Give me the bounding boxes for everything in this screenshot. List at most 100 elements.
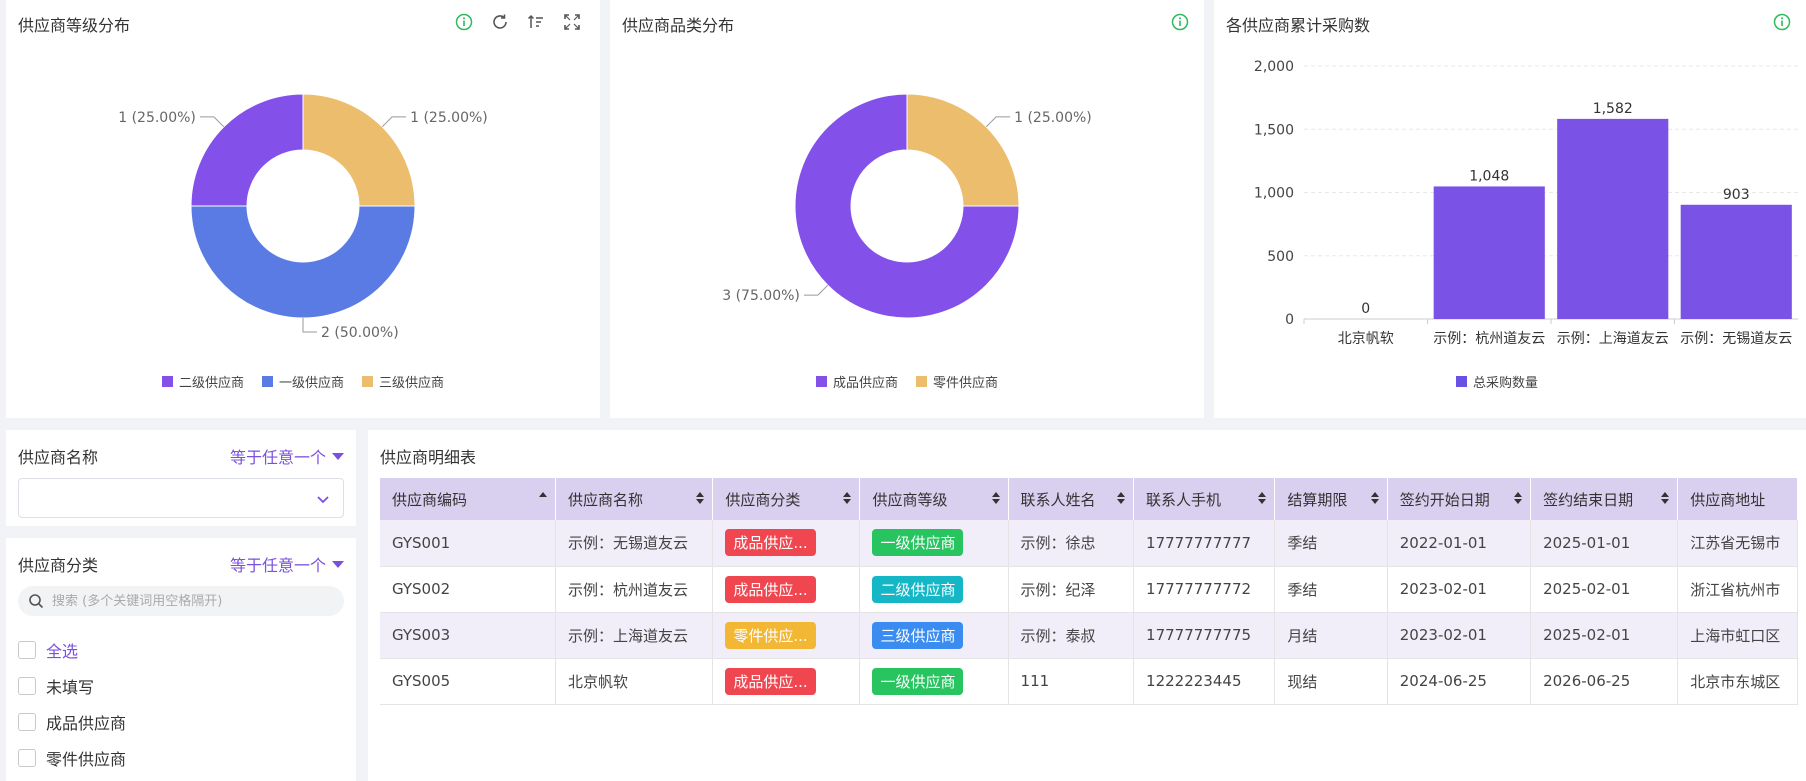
category-search-input[interactable]	[52, 593, 332, 609]
table-cell: 示例：上海道友云	[555, 612, 714, 659]
column-header-label: 供应商分类	[725, 490, 801, 509]
option-parts[interactable]: 零件供应商	[18, 746, 126, 770]
table-cell: GYS001	[380, 520, 557, 567]
legend-item[interactable]: 零件供应商	[916, 372, 998, 391]
sort-icon[interactable]	[1661, 492, 1670, 504]
table-cell: 111	[1008, 658, 1135, 705]
legend-label: 一级供应商	[278, 376, 344, 391]
sort-icon[interactable]	[1514, 492, 1523, 504]
table-cell: GYS002	[380, 566, 557, 613]
option-unfilled[interactable]: 未填写	[18, 674, 94, 698]
table-cell: 示例：徐忠	[1008, 520, 1135, 567]
detail-table-scroll[interactable]: 供应商编码 供应商名称 供应商分类 供应商等级 联系人姓名 联系人手机 结算期限 签约开始日期…	[380, 478, 1798, 781]
operator-label: 等于任意一个	[229, 448, 326, 467]
table-cell: 2025-02-01	[1530, 566, 1679, 613]
x-tick-label: 示例：杭州道友云	[1433, 331, 1545, 347]
table-cell: 成品供应...	[712, 566, 861, 613]
category-chart-card: 供应商品类分布 1 (25.00%) 3 (75.00%) 成品供应商 零件供应商	[610, 0, 1204, 418]
slice-label: 1 (25.00%)	[118, 110, 196, 126]
legend-item[interactable]: 总采购数量	[1456, 372, 1538, 391]
legend-swatch	[261, 376, 273, 387]
checkbox[interactable]	[18, 749, 36, 767]
option-select-all[interactable]: 全选	[18, 638, 78, 662]
sort-icon[interactable]	[696, 492, 705, 504]
legend-item[interactable]: 成品供应商	[815, 372, 898, 391]
table-row[interactable]: GYS001 示例：无锡道友云 成品供应... 一级供应商 示例：徐忠 177777777…	[380, 520, 1798, 567]
column-header-label: 联系人手机	[1146, 490, 1222, 509]
pie-slice[interactable]	[190, 205, 416, 319]
sort-icon[interactable]	[991, 492, 1000, 504]
column-header[interactable]: 供应商地址	[1677, 478, 1798, 520]
sort-asc-icon[interactable]	[539, 492, 548, 497]
column-header[interactable]: 签约结束日期	[1530, 478, 1679, 520]
option-label: 未填写	[46, 678, 95, 697]
legend-item[interactable]: 二级供应商	[161, 372, 244, 391]
legend-swatch	[362, 376, 373, 387]
column-header[interactable]: 签约开始日期	[1387, 478, 1532, 520]
column-header[interactable]: 供应商分类	[712, 478, 861, 520]
column-header[interactable]: 结算期限	[1274, 478, 1388, 520]
pie-slice[interactable]	[906, 93, 1020, 207]
category-badge: 成品供应...	[725, 529, 816, 557]
sort-icon[interactable]	[1258, 492, 1267, 504]
detail-table-title: 供应商明细表	[380, 448, 477, 467]
table-cell: 2025-01-01	[1530, 520, 1679, 567]
category-search	[18, 586, 344, 616]
checkbox[interactable]	[18, 713, 36, 731]
x-tick-label: 北京帆软	[1338, 331, 1394, 347]
table-cell: 17777777777	[1133, 520, 1276, 567]
table-cell: 成品供应...	[712, 658, 861, 705]
bar-value-label: 903	[1723, 187, 1750, 203]
column-header-label: 联系人姓名	[1020, 490, 1096, 509]
checkbox[interactable]	[18, 641, 36, 659]
table-cell: 浙江省杭州市	[1677, 566, 1798, 613]
supplier-name-select[interactable]	[18, 478, 344, 518]
y-tick-label: 500	[1267, 249, 1294, 265]
column-header[interactable]: 供应商等级	[859, 478, 1009, 520]
column-header[interactable]: 联系人手机	[1133, 478, 1276, 520]
legend-label: 总采购数量	[1473, 376, 1539, 391]
pie-slice[interactable]	[302, 93, 416, 207]
chevron-down-icon	[317, 496, 329, 504]
table-cell: 上海市虹口区	[1677, 612, 1798, 659]
label-leader-line	[199, 116, 225, 128]
grade-badge: 一级供应商	[872, 667, 964, 695]
option-finished-goods[interactable]: 成品供应商	[18, 710, 126, 734]
filter-name-operator[interactable]: 等于任意一个	[230, 444, 344, 468]
sort-icon[interactable]	[843, 492, 852, 504]
table-cell: 2025-02-01	[1530, 612, 1679, 659]
category-legend: 成品供应商 零件供应商	[610, 372, 1204, 391]
slice-label: 1 (25.00%)	[1014, 110, 1092, 126]
column-header[interactable]: 供应商编码	[380, 478, 557, 520]
table-cell: GYS005	[380, 658, 557, 705]
label-leader-line	[381, 116, 407, 128]
table-row[interactable]: GYS003 示例：上海道友云 零件供应... 三级供应商 示例：泰叔 177777777…	[380, 612, 1798, 659]
slice-label: 2 (50.00%)	[321, 325, 399, 341]
option-label: 零件供应商	[46, 750, 127, 769]
y-tick-label: 1,000	[1254, 186, 1294, 202]
grade-badge: 二级供应商	[872, 575, 964, 603]
table-cell: 三级供应商	[859, 612, 1009, 659]
checkbox[interactable]	[18, 677, 36, 695]
table-row[interactable]: GYS005 北京帆软 成品供应... 一级供应商 111 1222223445 现结 202…	[380, 658, 1798, 705]
table-cell: 2023-02-01	[1387, 612, 1532, 659]
column-header[interactable]: 供应商名称	[555, 478, 714, 520]
bar[interactable]	[1680, 204, 1792, 319]
table-cell: 一级供应商	[859, 658, 1009, 705]
table-cell: 北京市东城区	[1677, 658, 1798, 705]
table-cell: 2024-06-25	[1387, 658, 1532, 705]
filter-category-operator[interactable]: 等于任意一个	[230, 552, 344, 576]
bar[interactable]	[1557, 118, 1669, 319]
sort-icon[interactable]	[1117, 492, 1126, 504]
bar[interactable]	[1433, 186, 1545, 319]
option-label: 成品供应商	[46, 714, 127, 733]
column-header[interactable]: 联系人姓名	[1008, 478, 1135, 520]
legend-item[interactable]: 三级供应商	[362, 372, 444, 391]
table-cell: 2022-01-01	[1387, 520, 1532, 567]
sort-icon[interactable]	[1370, 492, 1379, 504]
category-badge: 成品供应...	[725, 575, 816, 603]
pie-slice[interactable]	[190, 93, 304, 207]
legend-item[interactable]: 一级供应商	[261, 372, 344, 391]
table-cell: 月结	[1274, 612, 1388, 659]
table-row[interactable]: GYS002 示例：杭州道友云 成品供应... 二级供应商 示例：纪泽 177777777…	[380, 566, 1798, 613]
